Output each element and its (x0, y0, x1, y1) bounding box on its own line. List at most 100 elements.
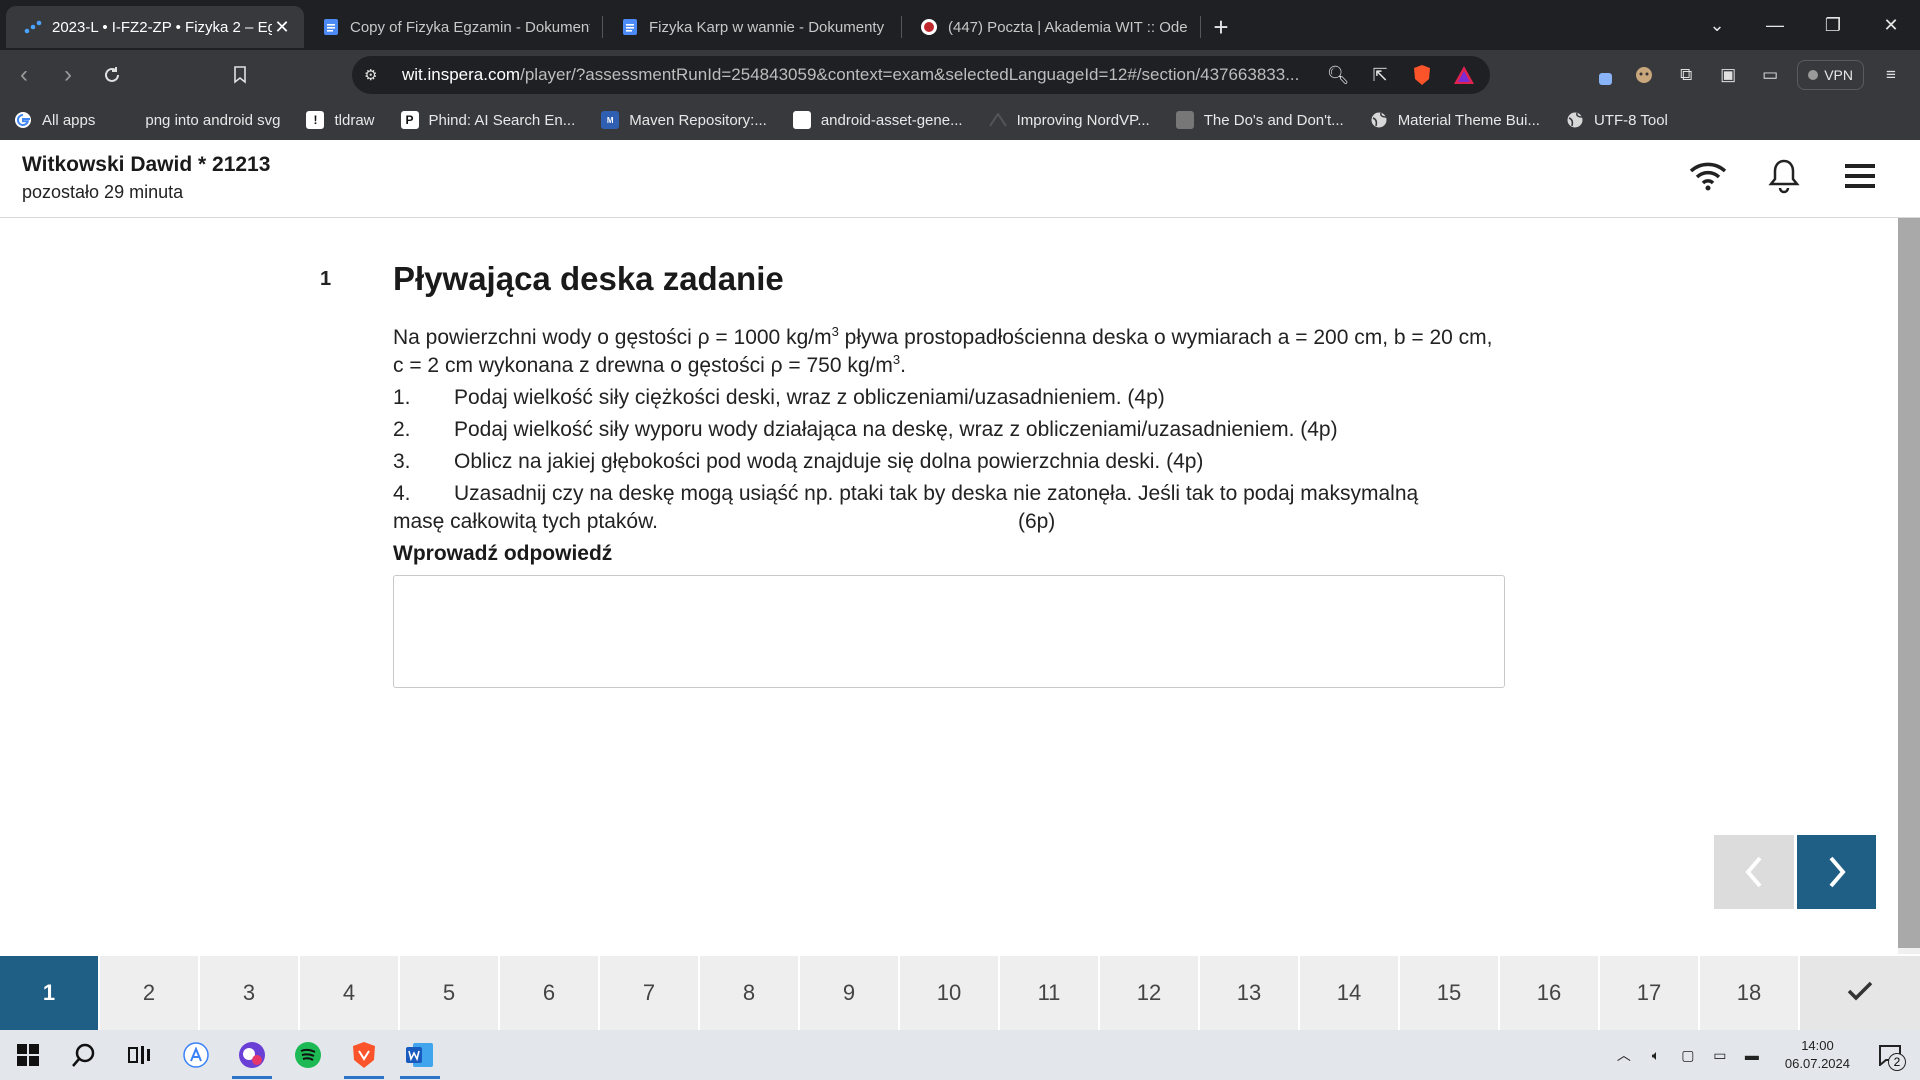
scrollbar-thumb[interactable] (1898, 218, 1920, 948)
vpn-status-dot (1808, 70, 1819, 80)
tab-search-icon[interactable]: ⌄ (1688, 0, 1746, 50)
question-nav-6[interactable]: 6 (500, 956, 600, 1030)
bookmark-label: android-asset-gene... (820, 111, 963, 129)
bookmark-phind[interactable]: P Phind: AI Search En... (400, 105, 588, 135)
bookmark-material-theme-builder[interactable]: Material Theme Bui... (1370, 105, 1552, 135)
clock-time: 14:00 (1801, 1038, 1834, 1053)
bookmark-nordvpn[interactable]: Improving NordVP... (988, 105, 1162, 135)
chevron-up-icon[interactable]: ︿ (1613, 1044, 1635, 1066)
question-nav-14[interactable]: 14 (1300, 956, 1400, 1030)
address-bar[interactable]: ⚙ wit.inspera.com/player/?assessmentRunI… (352, 56, 1490, 94)
bookmark-utf8-tool[interactable]: UTF-8 Tool (1566, 105, 1680, 135)
vpn-button[interactable]: VPN (1797, 60, 1864, 90)
question-nav-16[interactable]: 16 (1500, 956, 1600, 1030)
finish-exam-button[interactable] (1800, 956, 1920, 1030)
bookmark-maven[interactable]: M Maven Repository:... (601, 105, 779, 135)
brave-browser-icon[interactable] (336, 1030, 392, 1080)
tab-title: 2023-L • I-FZ2-ZP • Fizyka 2 – Eg (52, 18, 272, 36)
share-icon[interactable]: ⇱ (1366, 61, 1394, 89)
battery-icon[interactable]: ▬ (1741, 1044, 1763, 1066)
question-nav-2[interactable]: 2 (100, 956, 200, 1030)
sidebar-icon[interactable]: ▣ (1713, 60, 1743, 90)
brave-shields-icon[interactable] (1408, 61, 1436, 89)
extension-cookie-icon[interactable] (1629, 60, 1659, 90)
answer-label: Wprowadź odpowiedź (393, 542, 613, 565)
answer-input[interactable] (393, 575, 1505, 688)
url-path: /player/?assessmentRunId=254843059&conte… (520, 65, 1300, 84)
question-nav-18[interactable]: 18 (1700, 956, 1800, 1030)
google-docs-icon (322, 18, 340, 36)
network-icon[interactable]: ▭ (1709, 1044, 1731, 1066)
tab-fizyka-egzamin-doc[interactable]: Copy of Fizyka Egzamin - Dokument (304, 6, 602, 48)
bookmark-dos-and-donts[interactable]: The Do's and Don't... (1175, 105, 1356, 135)
word-icon[interactable] (392, 1030, 448, 1080)
question-nav-15[interactable]: 15 (1400, 956, 1500, 1030)
tab-fizyka-karp-doc[interactable]: Fizyka Karp w wannie - Dokumenty G (603, 6, 901, 48)
windows-start-icon[interactable] (0, 1030, 56, 1080)
notification-center-icon[interactable]: 2 (1872, 1037, 1908, 1073)
question-nav-4[interactable]: 4 (300, 956, 400, 1030)
question-nav-9[interactable]: 9 (800, 956, 900, 1030)
app-store-icon[interactable] (168, 1030, 224, 1080)
tab-inspera-exam[interactable]: 2023-L • I-FZ2-ZP • Fizyka 2 – Eg ✕ (6, 6, 304, 48)
superscript: 3 (831, 324, 839, 339)
clock-date: 06.07.2024 (1784, 1056, 1850, 1071)
close-window-icon[interactable]: ✕ (1862, 0, 1920, 50)
superscript: 3 (892, 352, 901, 367)
hamburger-menu-icon[interactable] (1840, 154, 1880, 198)
question-nav-7[interactable]: 7 (600, 956, 700, 1030)
bookmark-label: tldraw (334, 111, 375, 129)
task-view-icon[interactable] (112, 1030, 168, 1080)
volume-icon[interactable]: 🔈︎ (1645, 1044, 1667, 1066)
google-icon (14, 111, 32, 129)
bell-icon[interactable] (1764, 154, 1804, 198)
new-tab-button[interactable]: + (1201, 6, 1241, 48)
taskbar-clock[interactable]: 14:00 06.07.2024 (1785, 1037, 1850, 1073)
wallet-icon[interactable]: ▭ (1755, 60, 1785, 90)
tab-poczta[interactable]: (447) Poczta | Akademia WIT :: Odebr (902, 6, 1200, 48)
previous-question-button[interactable] (1714, 835, 1794, 909)
display-icon[interactable]: ▢ (1677, 1044, 1699, 1066)
globe-icon (1566, 111, 1584, 129)
extensions-puzzle-icon[interactable]: ⧉ (1671, 60, 1701, 90)
question-nav-8[interactable]: 8 (700, 956, 800, 1030)
sub-question: 1. Podaj wielkość siły ciężkości deski, … (393, 384, 1505, 412)
reload-icon[interactable] (92, 55, 132, 95)
question-nav-1[interactable]: 1 (0, 956, 100, 1030)
menu-icon[interactable]: ≡ (1876, 60, 1906, 90)
question-nav-5[interactable]: 5 (400, 956, 500, 1030)
question-nav-17[interactable]: 17 (1600, 956, 1700, 1030)
bookmark-png-into-android-svg[interactable]: png into android svg (145, 105, 292, 135)
sub-question-number: 2. (393, 418, 411, 441)
question-nav-12[interactable]: 12 (1100, 956, 1200, 1030)
google-docs-icon (621, 18, 639, 36)
browser-right-icons: ⧉ ▣ ▭ VPN ≡ (1587, 58, 1906, 92)
intro-part: Na powierzchni wody o gęstości ρ = 1000 … (393, 326, 832, 349)
chrome-profile-icon[interactable] (224, 1030, 280, 1080)
question-nav-11[interactable]: 11 (1000, 956, 1100, 1030)
sub-question: 2. Podaj wielkość siły wyporu wody dział… (393, 416, 1505, 444)
forward-icon[interactable]: › (48, 55, 88, 95)
spotify-icon[interactable] (280, 1030, 336, 1080)
bookmark-label: The Do's and Don't... (1203, 111, 1344, 129)
minimize-icon[interactable]: — (1746, 0, 1804, 50)
search-icon[interactable] (56, 1030, 112, 1080)
question-nav-10[interactable]: 10 (900, 956, 1000, 1030)
question-nav-3[interactable]: 3 (200, 956, 300, 1030)
wifi-icon[interactable] (1688, 154, 1728, 198)
bookmark-all-apps[interactable]: All apps (14, 105, 107, 135)
bookmark-android-asset-generator[interactable]: android-asset-gene... (792, 105, 975, 135)
next-question-button[interactable] (1797, 835, 1876, 909)
brave-rewards-icon[interactable] (1450, 61, 1478, 89)
bookmark-page-icon[interactable] (220, 55, 260, 95)
globe-icon (1370, 111, 1388, 129)
extension-icon[interactable] (1587, 60, 1617, 90)
question-nav-13[interactable]: 13 (1200, 956, 1300, 1030)
zoom-icon[interactable]: 🔍︎ (1324, 61, 1352, 89)
bookmark-tldraw[interactable]: ! tldraw (306, 105, 386, 135)
maven-icon: M (601, 111, 620, 129)
close-tab-icon[interactable]: ✕ (272, 17, 292, 37)
site-settings-icon[interactable]: ⚙ (364, 66, 388, 84)
restore-icon[interactable]: ❐ (1804, 0, 1862, 50)
back-icon[interactable]: ‹ (4, 55, 44, 95)
